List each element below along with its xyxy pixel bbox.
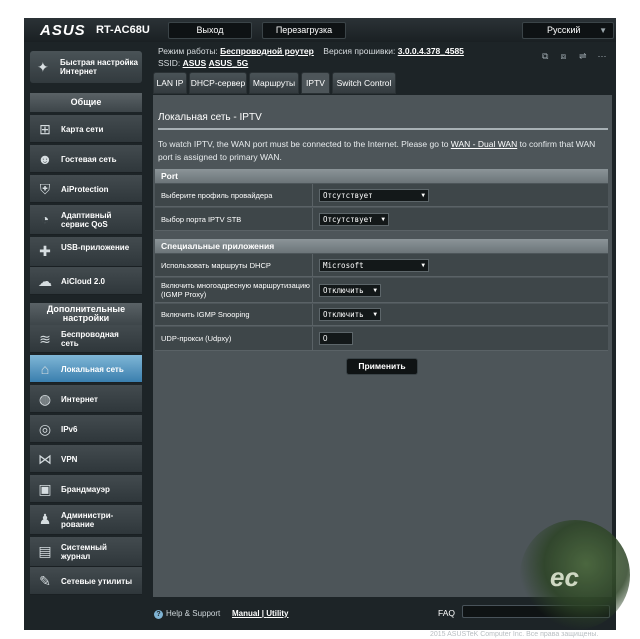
quick-setup-button[interactable]: ✦ Быстрая настройка Интернет bbox=[30, 51, 142, 83]
sidebar-item-vpn[interactable]: ⋈ VPN bbox=[30, 445, 142, 473]
model-name: RT-AC68U bbox=[96, 24, 150, 36]
form-row: Включить IGMP Snooping Отключить ▼ bbox=[155, 304, 608, 326]
status-mode: Режим работы: Беспроводной роутер Версия… bbox=[158, 46, 464, 56]
manual-utility: Manual | Utility bbox=[232, 609, 289, 618]
sidebar-item-wireless[interactable]: ≋ Беспроводная сеть bbox=[30, 325, 142, 353]
chevron-down-icon: ▼ bbox=[373, 287, 377, 294]
sidebar-item-aicloud[interactable]: ☁ AiCloud 2.0 bbox=[30, 267, 142, 295]
udpxy-input[interactable]: 0 bbox=[319, 332, 353, 345]
ssid-2-link[interactable]: ASUS_5G bbox=[209, 58, 249, 68]
form-row: Выбор порта IPTV STB Отсутствует ▼ bbox=[155, 208, 608, 231]
tab-dhcp[interactable]: DHCP-сервер bbox=[189, 72, 247, 94]
ipv6-icon: ◎ bbox=[38, 421, 52, 437]
provider-profile-label: Выберите профиль провайдера bbox=[161, 191, 273, 200]
firmware-label: Версия прошивки: bbox=[323, 46, 396, 56]
wand-icon: ✦ bbox=[37, 59, 49, 75]
udpxy-label: UDP-прокси (Udpxy) bbox=[161, 334, 232, 343]
sidebar-item-tools[interactable]: ✎ Сетевые утилиты bbox=[30, 567, 142, 595]
wireless-icon: ≋ bbox=[39, 331, 51, 347]
usb-app-icon: ✚ bbox=[39, 243, 51, 259]
logout-button[interactable]: Выход bbox=[168, 22, 252, 39]
admin-icon: ♟ bbox=[38, 511, 52, 527]
sidebar-item-firewall[interactable]: ▣ Брандмауэр bbox=[30, 475, 142, 503]
mode-link[interactable]: Беспроводной роутер bbox=[220, 46, 314, 56]
sidebar-item-ipv6[interactable]: ◎ IPv6 bbox=[30, 415, 142, 443]
provider-profile-select[interactable]: Отсутствует ▼ bbox=[319, 189, 429, 202]
firewall-icon: ▣ bbox=[38, 481, 52, 497]
quick-setup-label: Быстрая настройка Интернет bbox=[60, 58, 138, 76]
sidebar-item-qos[interactable]: ◔ Адаптивный сервис QoS bbox=[30, 205, 142, 235]
tab-lan-ip[interactable]: LAN IP bbox=[153, 72, 187, 94]
igmp-proxy-label: Включить многоадресную маршрутизацию (IG… bbox=[161, 281, 310, 299]
sidebar-item-syslog[interactable]: ▤ Системный журнал bbox=[30, 537, 142, 567]
status-icons: ⧉ ⧈ ⇌ ⋯ bbox=[542, 51, 614, 61]
qos-icon: ◔ bbox=[40, 211, 50, 227]
sidebar-item-wan[interactable]: ◍ Интернет bbox=[30, 385, 142, 413]
link-status-icon[interactable]: ⧉ bbox=[542, 51, 554, 61]
sidebar-item-network-map[interactable]: ⊞ Карта сети bbox=[30, 115, 142, 143]
sidebar-item-usb-app[interactable]: ✚ USB-приложение bbox=[30, 237, 142, 267]
chevron-down-icon: ▼ bbox=[381, 216, 385, 223]
igmp-proxy-select[interactable]: Отключить ▼ bbox=[319, 284, 381, 297]
chevron-down-icon: ▼ bbox=[421, 262, 425, 269]
apply-button[interactable]: Применить bbox=[346, 358, 418, 375]
tab-routes[interactable]: Маршруты bbox=[249, 72, 299, 94]
manual-link[interactable]: Manual bbox=[232, 609, 260, 618]
mode-label: Режим работы: bbox=[158, 46, 218, 56]
network-map-icon: ⊞ bbox=[39, 121, 51, 137]
client-status-icon[interactable]: ⧈ bbox=[561, 51, 573, 61]
ssid-label: SSID: bbox=[158, 58, 181, 68]
iptv-description: To watch IPTV, the WAN port must be conn… bbox=[158, 139, 596, 162]
ssid-1-link[interactable]: ASUS bbox=[183, 58, 207, 68]
aicloud-icon: ☁ bbox=[38, 273, 52, 289]
title-divider bbox=[158, 128, 608, 130]
port-section-header: Port bbox=[155, 169, 608, 183]
copyright: 2015 ASUSTeK Computer Inc. Все права защ… bbox=[430, 631, 599, 638]
aiprotection-icon: ⛨ bbox=[39, 181, 51, 197]
iptv-stb-port-select[interactable]: Отсутствует ▼ bbox=[319, 213, 389, 226]
igmp-snooping-select[interactable]: Отключить ▼ bbox=[319, 308, 381, 321]
chevron-down-icon: ▼ bbox=[599, 26, 607, 35]
advanced-header: Дополнительные настройки bbox=[30, 303, 142, 325]
tab-iptv[interactable]: IPTV bbox=[301, 72, 330, 94]
utility-link[interactable]: Utility bbox=[266, 609, 288, 618]
help-support-link[interactable]: ? Help & Support bbox=[154, 609, 220, 619]
sidebar-item-lan[interactable]: ⌂ Локальная сеть bbox=[30, 355, 142, 383]
tools-icon: ✎ bbox=[39, 573, 51, 589]
vpn-icon: ⋈ bbox=[38, 451, 52, 467]
form-row: UDP-прокси (Udpxy) 0 bbox=[155, 327, 608, 351]
help-icon: ? bbox=[154, 610, 163, 619]
dhcp-routes-select[interactable]: Microsoft ▼ bbox=[319, 259, 429, 272]
sidebar-item-admin[interactable]: ♟ Администри-рование bbox=[30, 505, 142, 535]
language-value: Русский bbox=[547, 25, 581, 35]
firmware-link[interactable]: 3.0.0.4.378_4585 bbox=[398, 46, 464, 56]
dhcp-routes-label: Использовать маршруты DHCP bbox=[161, 261, 271, 270]
usb-status-icon[interactable]: ⇌ bbox=[579, 51, 591, 61]
lan-icon: ⌂ bbox=[40, 361, 50, 377]
page-title: Локальная сеть - IPTV bbox=[158, 112, 262, 123]
faq-label: FAQ bbox=[438, 608, 456, 618]
chevron-down-icon: ▼ bbox=[421, 192, 425, 199]
sidebar-item-aiprotection[interactable]: ⛨ AiProtection bbox=[30, 175, 142, 203]
syslog-icon: ▤ bbox=[38, 543, 52, 559]
status-ssid: SSID: ASUS ASUS_5G bbox=[158, 58, 248, 68]
iptv-stb-port-label: Выбор порта IPTV STB bbox=[161, 215, 242, 224]
dual-wan-link[interactable]: WAN - Dual WAN bbox=[451, 139, 517, 149]
sidebar-item-guest-network[interactable]: ☻ Гостевая сеть bbox=[30, 145, 142, 173]
chevron-down-icon: ▼ bbox=[373, 311, 377, 318]
apps-section-header: Специальные приложения bbox=[155, 239, 608, 253]
general-header: Общие bbox=[30, 93, 142, 112]
app-status-icon[interactable]: ⋯ bbox=[598, 51, 610, 61]
igmp-snooping-label: Включить IGMP Snooping bbox=[161, 310, 250, 319]
form-row: Использовать маршруты DHCP Microsoft ▼ bbox=[155, 254, 608, 277]
form-row: Выберите профиль провайдера Отсутствует ▼ bbox=[155, 184, 608, 207]
asus-logo: ASUS bbox=[40, 22, 86, 39]
reboot-button[interactable]: Перезагрузка bbox=[262, 22, 346, 39]
form-row: Включить многоадресную маршрутизацию (IG… bbox=[155, 278, 608, 303]
tab-switch-control[interactable]: Switch Control bbox=[332, 72, 396, 94]
language-select[interactable]: Русский ▼ bbox=[522, 22, 614, 39]
guest-network-icon: ☻ bbox=[37, 151, 53, 167]
wan-icon: ◍ bbox=[38, 391, 52, 407]
watermark-logo: ec bbox=[520, 520, 630, 630]
